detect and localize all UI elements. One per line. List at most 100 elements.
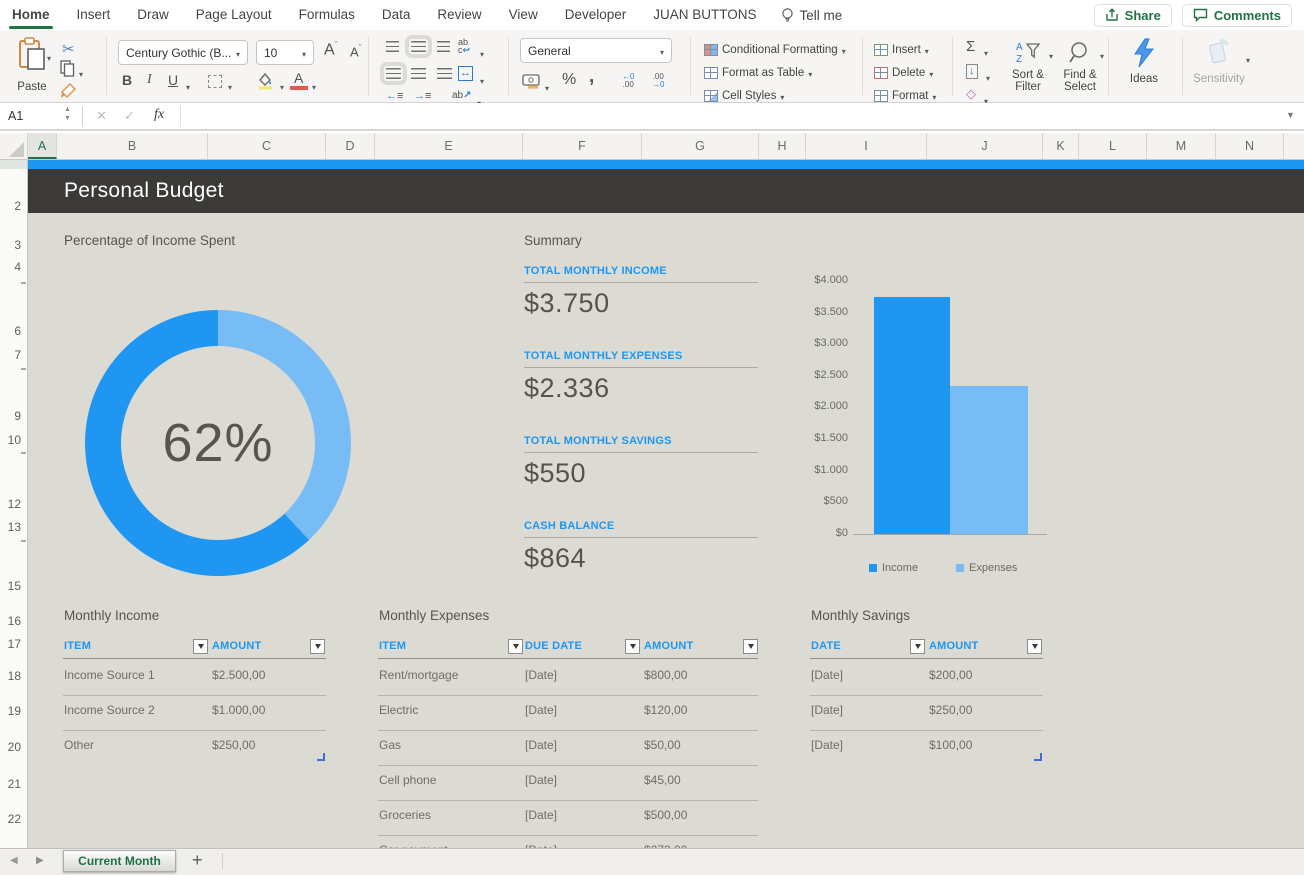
row-header-7[interactable]: 7	[14, 348, 21, 362]
sheet-tab-current-month[interactable]: Current Month	[63, 850, 176, 872]
percent-style-icon[interactable]: %	[562, 71, 576, 89]
filter-button[interactable]	[910, 639, 925, 654]
table-cell[interactable]: Other	[64, 738, 94, 752]
borders-chevron-icon[interactable]	[228, 77, 232, 95]
table-cell[interactable]: [Date]	[525, 773, 557, 787]
formula-bar-expand-icon[interactable]: ▼	[1286, 110, 1295, 120]
clear-icon[interactable]: ◇	[966, 86, 976, 102]
autosum-icon[interactable]: Σ	[966, 38, 975, 55]
decrease-font-icon[interactable]: Aˇ	[350, 43, 362, 59]
table-cell[interactable]: $45,00	[644, 773, 681, 787]
table-cell[interactable]: $100,00	[929, 738, 972, 752]
table-cell[interactable]: Income Source 2	[64, 703, 155, 717]
column-header-L[interactable]: L	[1079, 133, 1147, 159]
fill-down-chevron-icon[interactable]	[986, 68, 990, 86]
column-header-M[interactable]: M	[1147, 133, 1216, 159]
menu-item-insert[interactable]: Insert	[77, 0, 111, 30]
row-header-10[interactable]: 10	[8, 433, 21, 447]
column-header-F[interactable]: F	[523, 133, 642, 159]
paste-chevron-icon[interactable]	[47, 48, 51, 66]
increase-decimal-icon[interactable]: ←0.00	[622, 73, 634, 89]
comma-style-icon[interactable]: ,	[589, 66, 594, 88]
menu-item-formulas[interactable]: Formulas	[299, 0, 355, 30]
column-header-N[interactable]: N	[1216, 133, 1284, 159]
table-cell[interactable]: [Date]	[811, 738, 843, 752]
table-cell[interactable]: $800,00	[644, 668, 687, 682]
row-header-22[interactable]: 22	[8, 812, 21, 826]
table-cell[interactable]: [Date]	[525, 703, 557, 717]
row-header-2[interactable]: 2	[14, 199, 21, 213]
font-color-icon[interactable]: A	[294, 70, 303, 86]
align-middle-icon[interactable]	[411, 41, 426, 52]
wrap-text-icon[interactable]: abc↩	[458, 38, 470, 54]
underline-button[interactable]: U	[168, 72, 178, 88]
enter-icon[interactable]: ✓	[124, 108, 135, 124]
autosum-chevron-icon[interactable]	[984, 43, 988, 61]
accounting-format-icon[interactable]	[522, 74, 540, 89]
filter-button[interactable]	[625, 639, 640, 654]
find-select-button[interactable]: Find &Select	[1058, 40, 1102, 93]
align-center-icon[interactable]	[411, 68, 426, 79]
filter-button[interactable]	[310, 639, 325, 654]
delete-cells-button[interactable]: Delete	[874, 64, 933, 82]
table-cell[interactable]: $50,00	[644, 738, 681, 752]
copy-icon[interactable]	[60, 60, 75, 77]
increase-font-icon[interactable]: Aˆ	[324, 40, 338, 59]
table-cell[interactable]: $500,00	[644, 808, 687, 822]
font-size-select[interactable]: 10	[256, 40, 314, 65]
table-cell[interactable]: Gas	[379, 738, 401, 752]
find-select-chevron-icon[interactable]	[1100, 46, 1104, 64]
align-top-icon[interactable]	[386, 41, 399, 52]
sort-filter-chevron-icon[interactable]	[1049, 46, 1053, 64]
table-resize-handle[interactable]	[317, 753, 325, 761]
font-color-chevron-icon[interactable]	[312, 77, 316, 95]
menu-item-page-layout[interactable]: Page Layout	[196, 0, 272, 30]
menu-item-home[interactable]: Home	[12, 0, 50, 30]
row-header-19[interactable]: 19	[8, 704, 21, 718]
table-cell[interactable]: $120,00	[644, 703, 687, 717]
underline-chevron-icon[interactable]	[186, 77, 190, 95]
table-cell[interactable]: Rent/mortgage	[379, 668, 458, 682]
column-header-D[interactable]: D	[326, 133, 375, 159]
orientation-icon[interactable]: ab↗	[452, 90, 472, 101]
table-cell[interactable]: $200,00	[929, 668, 972, 682]
row-header-12[interactable]: 12	[8, 497, 21, 511]
filter-button[interactable]	[1027, 639, 1042, 654]
align-bottom-icon[interactable]	[437, 41, 450, 52]
table-cell[interactable]: [Date]	[525, 808, 557, 822]
accounting-chevron-icon[interactable]	[545, 78, 549, 96]
name-box[interactable]: A1	[8, 109, 23, 123]
column-header-partial[interactable]	[1284, 133, 1304, 159]
font-name-select[interactable]: Century Gothic (B...	[118, 40, 248, 65]
donut-chart[interactable]: 62%	[85, 310, 351, 576]
format-as-table-button[interactable]: Format as Table	[704, 64, 812, 82]
row-header-6[interactable]: 6	[14, 324, 21, 338]
table-cell[interactable]: Groceries	[379, 808, 431, 822]
bar-expenses[interactable]	[950, 386, 1028, 534]
menu-item-review[interactable]: Review	[437, 0, 481, 30]
bar-income[interactable]	[874, 297, 950, 534]
sheet-grid[interactable]: 2346791012131516171819202122 Personal Bu…	[0, 160, 1304, 848]
table-cell[interactable]: Income Source 1	[64, 668, 155, 682]
column-header-E[interactable]: E	[375, 133, 523, 159]
share-button[interactable]: Share	[1094, 4, 1172, 27]
table-cell[interactable]: $1.000,00	[212, 703, 265, 717]
row-header-3[interactable]: 3	[14, 238, 21, 252]
row-header-15[interactable]: 15	[8, 579, 21, 593]
format-painter-icon[interactable]	[60, 82, 77, 99]
decrease-decimal-icon[interactable]: .00→0	[652, 73, 664, 89]
cut-icon[interactable]: ✂	[62, 40, 75, 58]
table-cell[interactable]: [Date]	[811, 668, 843, 682]
select-all-corner[interactable]	[0, 133, 28, 159]
menu-item-draw[interactable]: Draw	[137, 0, 169, 30]
column-header-K[interactable]: K	[1043, 133, 1079, 159]
row-header-21[interactable]: 21	[8, 777, 21, 791]
fill-down-icon[interactable]: ↓	[966, 64, 978, 79]
borders-icon[interactable]	[208, 75, 222, 88]
column-header-G[interactable]: G	[642, 133, 759, 159]
row-header-18[interactable]: 18	[8, 669, 21, 683]
next-sheet-icon[interactable]: ▶	[36, 855, 44, 866]
table-cell[interactable]: [Date]	[525, 738, 557, 752]
cancel-icon[interactable]: ✕	[96, 108, 107, 124]
table-cell[interactable]: Electric	[379, 703, 418, 717]
